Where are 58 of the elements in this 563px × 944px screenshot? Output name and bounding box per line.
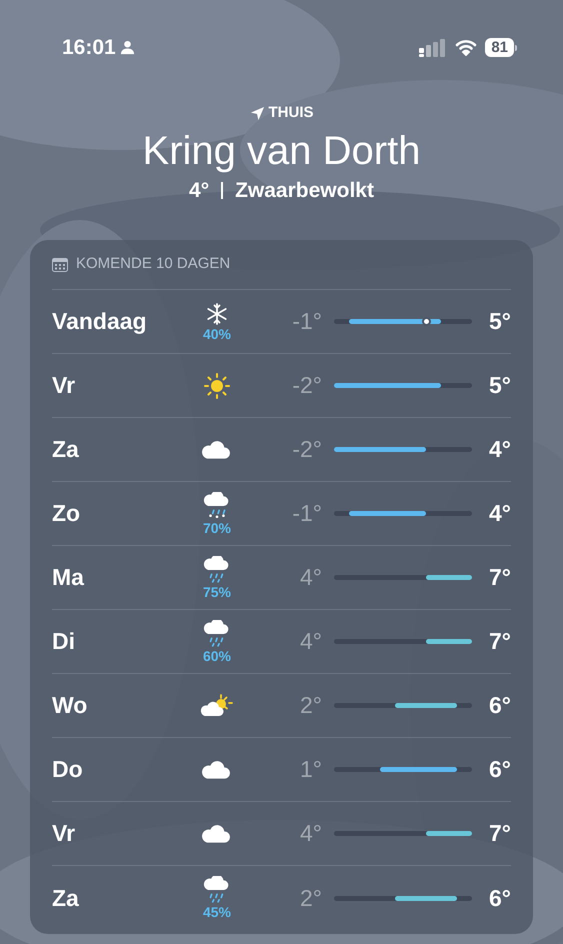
day-label: Do (52, 755, 84, 784)
temperature-range-bar (426, 575, 472, 580)
high-temperature: 5° (488, 307, 511, 336)
high-temperature: 7° (488, 627, 511, 656)
low-temperature: -1° (291, 499, 322, 528)
signal-icon (419, 38, 448, 56)
location-arrow-icon (250, 106, 264, 121)
high-temperature: 7° (488, 819, 511, 848)
high-temperature: 6° (488, 755, 511, 784)
sun-icon (203, 372, 231, 400)
low-temperature: 1° (299, 755, 322, 784)
day-label: Di (52, 627, 76, 656)
snowflake-icon (205, 302, 229, 326)
person-icon (120, 40, 135, 55)
cloud-icon (201, 760, 233, 780)
wifi-icon (455, 39, 478, 56)
low-temperature: 4° (299, 819, 322, 848)
current-temperature: 4° (189, 178, 210, 204)
high-temperature: 6° (488, 884, 511, 913)
high-temperature: 5° (488, 371, 511, 400)
weather-condition: Zwaarbewolkt (235, 178, 374, 204)
precipitation-chance: 40% (202, 326, 232, 342)
day-label: Zo (52, 499, 82, 528)
precipitation-chance: 70% (202, 520, 232, 536)
temperature-range-bar (395, 703, 457, 708)
low-temperature: -2° (291, 435, 322, 464)
temperature-range-bar (426, 831, 472, 836)
high-temperature: 6° (488, 691, 511, 720)
low-temperature: -1° (291, 307, 322, 336)
calendar-icon (52, 258, 68, 272)
day-label: Za (52, 435, 80, 464)
forecast-title: KOMENDE 10 DAGEN (76, 254, 230, 274)
location-name: Kring van Dorth (142, 128, 420, 174)
battery-icon: 81 (485, 38, 517, 57)
day-label: Vandaag (52, 307, 148, 336)
high-temperature: 7° (488, 563, 511, 592)
temperature-range-bar (395, 896, 457, 900)
low-temperature: 4° (299, 563, 322, 592)
cloud-icon (201, 824, 233, 844)
low-temperature: 2° (299, 691, 322, 720)
day-label: Vr (52, 371, 76, 400)
day-label: Za (52, 884, 80, 913)
day-label: Ma (52, 563, 85, 592)
day-label: Vr (52, 819, 76, 848)
high-temperature: 4° (488, 499, 511, 528)
high-temperature: 4° (488, 435, 511, 464)
sun-behind-cloud-icon (199, 692, 235, 718)
precipitation-chance: 45% (202, 904, 232, 920)
precipitation-chance: 75% (202, 584, 232, 600)
precipitation-chance: 60% (202, 648, 232, 664)
low-temperature: 4° (299, 627, 322, 656)
day-label: Wo (52, 691, 88, 720)
location-label: THUIS (268, 103, 314, 123)
clock-time: 16:01 (62, 34, 116, 61)
low-temperature: -2° (291, 371, 322, 400)
temperature-range-bar (426, 639, 472, 644)
low-temperature: 2° (299, 884, 322, 913)
cloud-icon (201, 440, 233, 460)
